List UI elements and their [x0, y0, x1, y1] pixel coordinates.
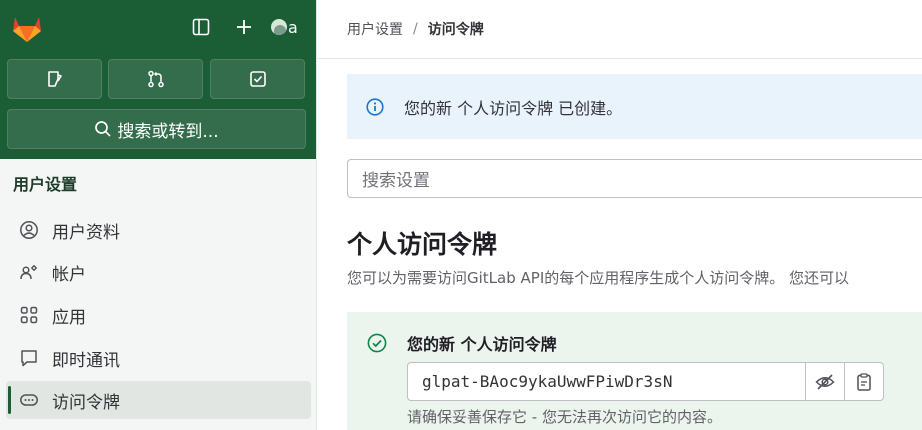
- token-icon: [15, 386, 43, 414]
- new-token-panel: 您的新 个人访问令牌 glpat-BAoc9ykaUwwFPiwDr3sN 请确…: [347, 312, 922, 430]
- breadcrumb-separator: /: [413, 21, 418, 37]
- search-button-label: 搜索或转到...: [117, 121, 219, 142]
- sidebar-item-account[interactable]: 帐户: [6, 253, 311, 291]
- info-alert: 您的新 个人访问令牌 已创建。: [347, 74, 922, 139]
- toggle-visibility-button[interactable]: [805, 363, 844, 400]
- profile-icon: [15, 216, 43, 244]
- search-icon: [95, 121, 111, 137]
- sidebar: a 搜索或转到... 用户设置 用户资料 帐户 应用 即时通讯 访问令牌: [0, 0, 317, 430]
- info-icon: [366, 97, 384, 116]
- sidebar-item-label: 即时通讯: [52, 350, 120, 371]
- main-content: 用户设置 / 访问令牌 您的新 个人访问令牌 已创建。 搜索设置 个人访问令牌 …: [317, 0, 922, 430]
- divider: [317, 58, 922, 59]
- check-circle-icon: [367, 333, 387, 353]
- create-new-icon[interactable]: [231, 14, 257, 40]
- new-token-title: 您的新 个人访问令牌: [407, 335, 557, 354]
- sidebar-item-applications[interactable]: 应用: [6, 296, 311, 334]
- clipboard-icon: [857, 372, 871, 391]
- sidebar-item-profile[interactable]: 用户资料: [6, 211, 311, 249]
- sidebar-item-label: 访问令牌: [52, 392, 120, 413]
- sidebar-header: a 搜索或转到...: [0, 0, 316, 159]
- page-title: 个人访问令牌: [347, 230, 498, 259]
- todo-checkbox-icon: [249, 71, 266, 87]
- avatar-letter: a: [288, 17, 298, 37]
- eye-slash-icon: [815, 373, 835, 390]
- chat-icon: [15, 344, 43, 372]
- breadcrumb: 用户设置 / 访问令牌: [347, 19, 484, 39]
- merge-request-icon: [147, 70, 164, 88]
- issues-icon: [47, 71, 62, 87]
- search-or-goto-button[interactable]: 搜索或转到...: [7, 109, 306, 149]
- issues-button[interactable]: [7, 59, 102, 99]
- todos-button[interactable]: [210, 59, 305, 99]
- sidebar-item-label: 用户资料: [52, 222, 120, 243]
- sidebar-item-label: 帐户: [52, 264, 86, 285]
- section-description: 您可以为需要访问GitLab API的每个应用程序生成个人访问令牌。 您还可以: [347, 269, 850, 287]
- user-avatar[interactable]: a: [271, 15, 301, 39]
- avatar-image-icon: [271, 19, 287, 35]
- sidebar-item-access-tokens[interactable]: 访问令牌: [6, 381, 311, 419]
- breadcrumb-parent-link[interactable]: 用户设置: [347, 19, 403, 39]
- sidebar-toggle-icon[interactable]: [188, 14, 214, 40]
- applications-icon: [15, 301, 43, 329]
- account-icon: [15, 258, 43, 286]
- copy-token-button[interactable]: [844, 363, 883, 400]
- sidebar-section-heading: 用户设置: [13, 175, 78, 194]
- merge-requests-button[interactable]: [108, 59, 203, 99]
- sidebar-item-chat[interactable]: 即时通讯: [6, 339, 311, 377]
- token-warning: 请确保妥善保存它 - 您无法再次访问它的内容。: [407, 408, 722, 426]
- gitlab-logo-icon[interactable]: [10, 11, 44, 45]
- sidebar-item-label: 应用: [52, 307, 86, 328]
- alert-message: 您的新 个人访问令牌 已创建。: [404, 98, 623, 118]
- breadcrumb-current[interactable]: 访问令牌: [428, 19, 484, 39]
- settings-search-input[interactable]: 搜索设置: [347, 159, 922, 198]
- token-value-input[interactable]: glpat-BAoc9ykaUwwFPiwDr3sN: [408, 363, 805, 400]
- token-field: glpat-BAoc9ykaUwwFPiwDr3sN: [407, 362, 884, 401]
